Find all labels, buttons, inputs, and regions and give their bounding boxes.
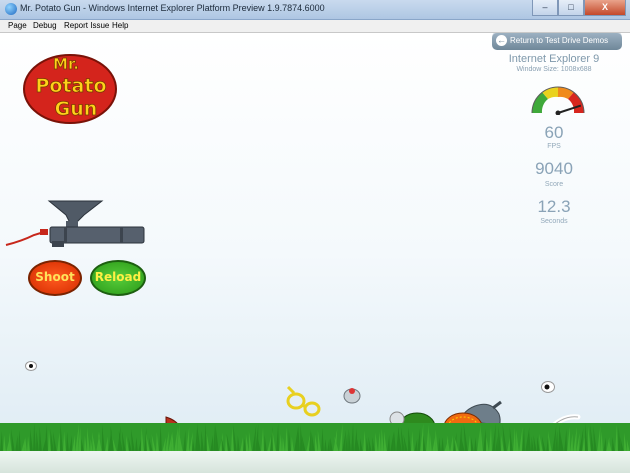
- reload-button[interactable]: Reload: [90, 260, 146, 296]
- fps-label: FPS: [547, 143, 561, 150]
- menu-report-issue[interactable]: Report Issue: [64, 20, 109, 32]
- return-to-test-drive-button[interactable]: ← Return to Test Drive Demos: [492, 33, 622, 50]
- ground-base: [0, 451, 630, 473]
- mr-potato-gun-logo: Mr. Potato Gun: [23, 54, 117, 124]
- back-arrow-icon: ←: [496, 35, 507, 46]
- ear-piece: [343, 388, 361, 404]
- menu-page[interactable]: Page: [8, 20, 27, 32]
- window-size-text: Window Size: 1008x688: [516, 66, 592, 73]
- fps-value: 60: [544, 123, 564, 142]
- shoot-button[interactable]: Shoot: [28, 260, 82, 296]
- potato-gun[interactable]: [4, 195, 149, 255]
- game-canvas[interactable]: Mr. Potato Gun ← Return to Test Drive De…: [0, 33, 630, 473]
- close-button[interactable]: X: [584, 0, 626, 16]
- eye-piece: [25, 361, 37, 371]
- browser-name: Internet Explorer 9: [508, 53, 600, 65]
- menu-help[interactable]: Help: [112, 20, 128, 32]
- speedometer-gauge: [531, 86, 585, 115]
- grass-ground: [0, 423, 630, 453]
- window-title: Mr. Potato Gun - Windows Internet Explor…: [20, 3, 325, 13]
- menu-bar: Page Debug Report Issue Help: [0, 20, 630, 33]
- seconds-label: Seconds: [540, 218, 568, 225]
- score-value: 9040: [535, 159, 573, 178]
- gauge-hub: [555, 110, 561, 115]
- seconds-value: 12.3: [537, 197, 571, 216]
- maximize-button[interactable]: □: [558, 0, 584, 16]
- ie-app-icon: [5, 3, 17, 15]
- eye-piece: [541, 381, 555, 393]
- logo-text-potato: Potato: [35, 75, 106, 97]
- minimize-button[interactable]: –: [532, 0, 558, 16]
- logo-text-gun: Gun: [55, 98, 98, 120]
- window-controls: – □ X: [532, 0, 626, 16]
- window-titlebar: Mr. Potato Gun - Windows Internet Explor…: [0, 0, 630, 20]
- menu-debug[interactable]: Debug: [33, 20, 57, 32]
- score-label: Score: [544, 181, 564, 188]
- logo-text-mr: Mr.: [53, 55, 79, 73]
- return-button-label: Return to Test Drive Demos: [510, 36, 609, 45]
